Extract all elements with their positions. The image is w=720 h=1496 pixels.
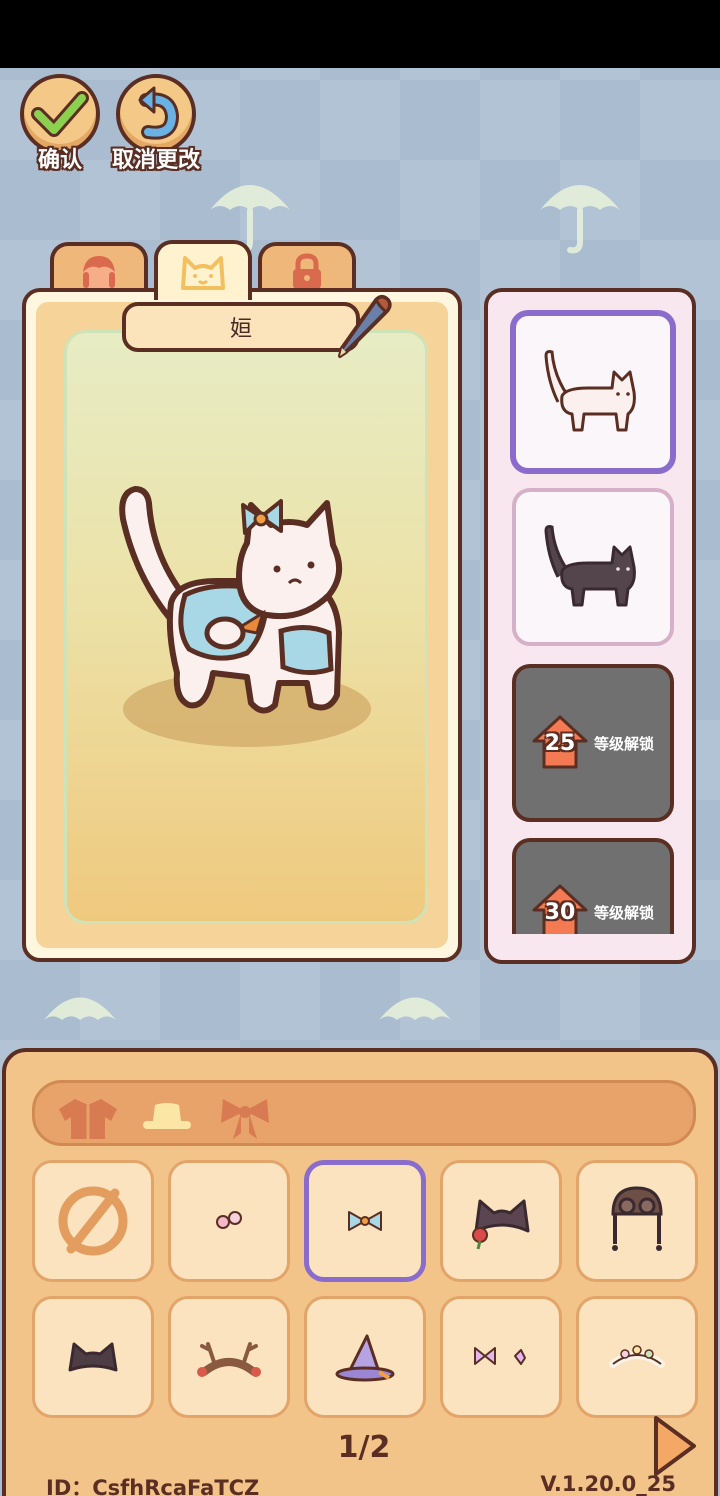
pet-name-text: 姮: [229, 317, 252, 342]
item-cat-ears[interactable]: [32, 1296, 154, 1418]
page-indicator: 1/2: [337, 1430, 391, 1465]
lock-row: 30 等级解锁: [532, 884, 654, 934]
lock-icon: [293, 253, 321, 289]
item-witch-hat[interactable]: [304, 1296, 426, 1418]
flower-clip-icon: [216, 1211, 242, 1229]
shirt-icon[interactable]: [57, 1095, 119, 1141]
white-cat-icon: [544, 350, 636, 432]
version-text: V.1.20.0_25: [540, 1472, 676, 1496]
item-cat-ears-rose[interactable]: [440, 1160, 562, 1282]
level-number: 25: [544, 731, 576, 756]
witch-hat-icon: [335, 1334, 395, 1382]
accessory-panel: 1/2 ID：CsfhRcaFaTCZ V.1.20.0_25: [2, 1048, 718, 1496]
next-page-arrow-icon[interactable]: [652, 1414, 698, 1478]
status-bar: [0, 0, 720, 68]
flower-crown-icon: [609, 1345, 665, 1368]
cat-face-icon: [181, 256, 225, 290]
level-badge: 25: [532, 715, 588, 771]
user-id-text: ID：CsfhRcaFaTCZ: [46, 1476, 260, 1496]
cancel-changes-button[interactable]: 取消更改: [112, 74, 200, 174]
purple-bows-icon: [474, 1347, 526, 1365]
level-unlock-text: 等级解锁: [593, 734, 654, 753]
aviator-cap-icon: [611, 1186, 663, 1251]
cancel-changes-label: 取消更改: [112, 148, 201, 173]
bow-icon[interactable]: [219, 1095, 271, 1141]
cat-ears-icon: [68, 1342, 118, 1372]
item-flower-crown[interactable]: [576, 1296, 698, 1418]
accessory-category-bar: [32, 1080, 696, 1146]
pencil-edit-icon[interactable]: [332, 290, 392, 360]
none-icon: [58, 1186, 128, 1256]
antler-headband-icon: [197, 1342, 261, 1377]
item-aviator-cap[interactable]: [576, 1160, 698, 1282]
skin-slot-white-cat[interactable]: [510, 310, 676, 474]
level-unlock-text: 等级解锁: [593, 903, 654, 922]
black-cat-icon: [544, 525, 636, 607]
item-blue-bow[interactable]: [304, 1160, 426, 1282]
pet-name-field[interactable]: 姮: [122, 302, 360, 352]
item-antler-headband[interactable]: [168, 1296, 290, 1418]
pet-stage: [64, 330, 428, 924]
checkmark-icon: [31, 91, 89, 137]
level-number: 30: [544, 900, 576, 925]
pet-preview-card: 姮: [22, 288, 462, 962]
item-purple-bows[interactable]: [440, 1296, 562, 1418]
skin-slot-black-cat[interactable]: [512, 488, 674, 646]
blue-bow-icon: [348, 1211, 382, 1231]
cat-ears-rose-icon: [472, 1199, 530, 1250]
skin-list: 25 等级解锁 30 等级解锁: [488, 292, 692, 934]
confirm-label: 确认: [37, 148, 82, 173]
item-flower-clip[interactable]: [168, 1160, 290, 1282]
undo-icon: [138, 86, 180, 140]
lock-row: 25 等级解锁: [532, 715, 654, 771]
level-badge: 30: [532, 884, 588, 934]
item-none[interactable]: [32, 1160, 154, 1282]
pet-cat-preview: [119, 486, 371, 747]
hat-icon[interactable]: [139, 1099, 195, 1133]
face-icon: [83, 256, 115, 290]
umbrella-decoration-icon: [540, 185, 620, 254]
skin-slot-locked-30[interactable]: 30 等级解锁: [512, 838, 674, 934]
tab-cat[interactable]: [154, 240, 252, 300]
skin-slot-locked-25[interactable]: 25 等级解锁: [512, 664, 674, 822]
skin-selection-panel: 25 等级解锁 30 等级解锁: [484, 288, 696, 964]
confirm-button[interactable]: 确认: [20, 74, 100, 174]
